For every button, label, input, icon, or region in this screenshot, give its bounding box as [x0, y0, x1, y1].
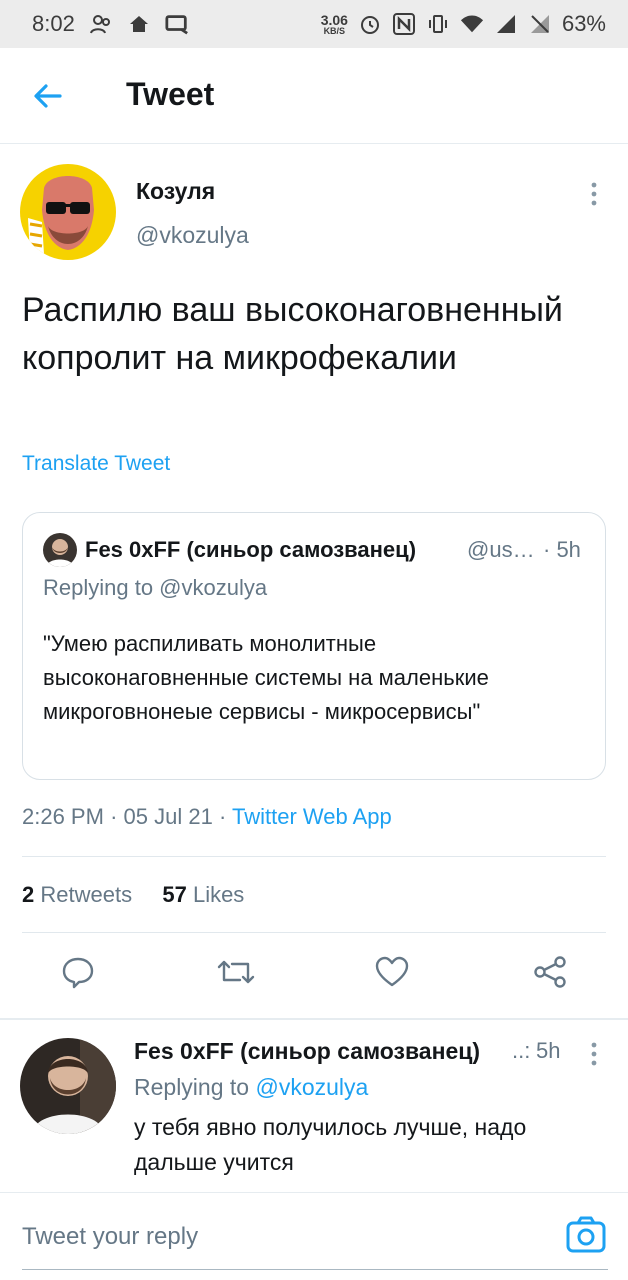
chat-icon: [165, 12, 189, 36]
author-name[interactable]: Козуля: [136, 178, 215, 205]
quoted-time: · 5h: [543, 537, 581, 562]
reply-author-handle: ..:: [512, 1038, 531, 1063]
more-vertical-icon[interactable]: [584, 1040, 604, 1068]
quoted-replying-to: Replying to @vkozulya: [43, 575, 268, 600]
quoted-text: "Умею распиливать монолитные высоконагов…: [43, 631, 489, 724]
section-divider: [0, 1018, 628, 1020]
share-icon[interactable]: [528, 950, 572, 994]
reply-text: у тебя явно получилось лучше, надо дальш…: [134, 1114, 527, 1175]
home-icon: [127, 12, 151, 36]
likes-label: Likes: [192, 882, 245, 907]
tweet-text: Распилю ваш высоконаговненный копролит н…: [22, 291, 563, 377]
retweet-icon[interactable]: [214, 950, 258, 994]
likes-count: 57: [162, 882, 187, 907]
translate-link[interactable]: Translate Tweet: [22, 452, 170, 476]
author-handle[interactable]: @vkozulya: [136, 222, 249, 249]
quoted-author-avatar: [43, 533, 77, 567]
composer-underline: [22, 1269, 608, 1270]
arrow-left-icon[interactable]: [30, 78, 66, 114]
reply-time: 5h: [536, 1038, 561, 1063]
tweet-meta: 2:26 PM · 05 Jul 21 · Twitter Web App: [22, 804, 392, 830]
people-icon: [89, 12, 113, 36]
status-time: 8:02: [32, 11, 75, 36]
likes-stat[interactable]: 57 Likes: [162, 882, 244, 907]
nfc-icon: [392, 12, 416, 36]
no-sim-icon: [528, 12, 552, 36]
quoted-author-handle: @us…: [467, 537, 533, 562]
page-title: Tweet: [126, 76, 215, 112]
divider: [22, 932, 606, 933]
reply-author-name[interactable]: Fes 0xFF (синьор самозванец): [134, 1038, 480, 1065]
reply-icon[interactable]: [56, 950, 100, 994]
top-bar: Tweet: [0, 48, 628, 144]
retweets-stat[interactable]: 2 Retweets: [22, 882, 132, 907]
author-avatar[interactable]: [20, 164, 116, 260]
status-bar: 8:02 3.06 KB/S 63%: [0, 0, 628, 48]
quoted-author-name: Fes 0xFF (синьор самозванец): [85, 537, 417, 562]
reply-replying-to: Replying to @vkozulya: [134, 1074, 368, 1101]
retweets-label: Retweets: [40, 882, 133, 907]
source-app-link[interactable]: Twitter Web App: [232, 804, 392, 829]
divider: [22, 856, 606, 857]
tweet-date: 05 Jul 21: [123, 804, 213, 829]
tweet-time: 2:26 PM: [22, 804, 104, 829]
network-speed: 3.06 KB/S: [320, 11, 348, 36]
heart-icon[interactable]: [370, 950, 414, 994]
reply-author-avatar[interactable]: [20, 1038, 116, 1134]
vibrate-icon: [426, 12, 450, 36]
reply-composer[interactable]: Tweet your reply: [0, 1192, 628, 1280]
replying-to-handle[interactable]: @vkozulya: [255, 1074, 368, 1100]
retweets-count: 2: [22, 882, 35, 907]
replying-to-label: Replying to: [134, 1074, 250, 1100]
more-vertical-icon[interactable]: [584, 180, 604, 208]
meta-separator: ·: [218, 804, 232, 829]
quoted-tweet[interactable]: Fes 0xFF (синьор самозванец) @us… · 5h R…: [22, 512, 606, 780]
meta-separator: ·: [110, 804, 124, 829]
signal-icon: [494, 12, 518, 36]
tweet-stats: 2 Retweets 57 Likes: [22, 882, 244, 908]
reply-input-placeholder[interactable]: Tweet your reply: [22, 1223, 198, 1251]
camera-icon[interactable]: [564, 1213, 608, 1257]
tweet-actions: [0, 950, 628, 1000]
wifi-icon: [460, 12, 484, 36]
alarm-icon: [358, 12, 382, 36]
battery-level: 63%: [561, 11, 606, 36]
